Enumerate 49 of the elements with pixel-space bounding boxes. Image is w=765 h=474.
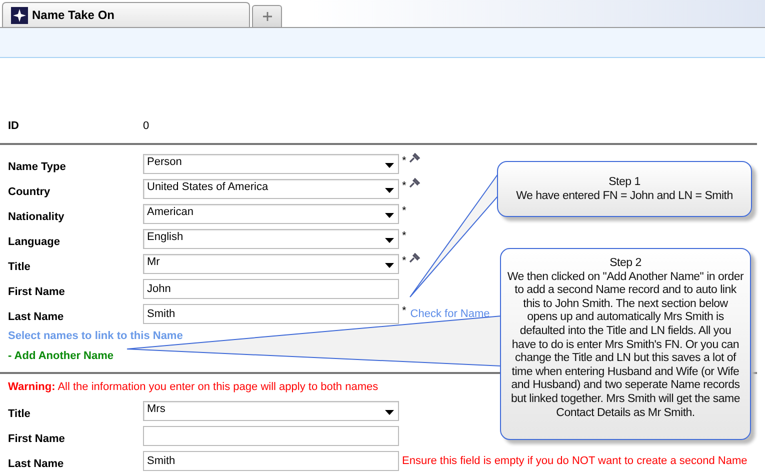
field-label: Title xyxy=(8,406,32,420)
field-note: Ensure this field is empty if you do NOT want to create a second Name xyxy=(402,454,748,466)
callout-title: Step 1 xyxy=(608,176,642,190)
add-another-name-link[interactable]: - Add Another Name xyxy=(8,346,114,366)
pushpin-icon[interactable] xyxy=(409,178,420,188)
field-label: Nationality xyxy=(8,210,66,222)
dropdown-field[interactable]: English xyxy=(143,228,399,248)
callout-text: We then clicked on "Add Another Name" in order to add a second Name record and to auto link this to John Smith. The next section below opens up and automatically Mrs Smith is defaulted into the Title and LN fields. All you have to do is enter Mrs Smith's FN. Or you can change the Title and LN but this saves a lot of time when entering Husband and Wife (or Wife and Husband) and two seperate Name records but linked together. Mrs Smith will get the same Contact Details as Mr Smith. xyxy=(507,270,744,420)
field-label: ID xyxy=(8,120,20,132)
required-mark: * xyxy=(402,230,406,242)
required-mark: * xyxy=(402,205,406,217)
field-label: Last Name xyxy=(8,456,65,470)
input-field[interactable]: John xyxy=(143,278,399,298)
link-names-heading: Select names to link to this Name xyxy=(8,329,183,344)
dropdown-caret-icon xyxy=(385,162,394,168)
field-label: Name Type xyxy=(8,160,67,172)
dropdown-caret-icon xyxy=(385,188,394,192)
pushpin-icon[interactable] xyxy=(409,153,420,163)
id-value: 0 xyxy=(143,120,150,132)
callout-title: Step 2 xyxy=(608,257,642,271)
field-label: Last Name xyxy=(8,310,65,322)
dropdown-caret-icon xyxy=(385,262,394,268)
tab[interactable]: Name Take On xyxy=(2,2,250,27)
new-tab-button[interactable] xyxy=(252,5,282,27)
dropdown-field[interactable]: United States of America xyxy=(143,178,399,198)
required-mark: * xyxy=(402,255,406,267)
field-label: First Name xyxy=(8,432,66,444)
required-mark: * xyxy=(402,180,406,192)
required-mark: * xyxy=(402,305,406,317)
plus-icon xyxy=(262,12,272,21)
field-label: Country xyxy=(8,184,52,198)
dropdown-caret-icon xyxy=(385,212,394,218)
input-field[interactable] xyxy=(143,426,399,446)
required-mark: * xyxy=(402,155,406,167)
field-label: Title xyxy=(8,260,32,272)
dropdown-field[interactable]: Mr xyxy=(143,254,399,274)
input-field[interactable]: Smith xyxy=(143,450,399,470)
dropdown-caret-icon xyxy=(385,410,394,414)
warning-text: Warning: All the information you enter on this page will apply to both names xyxy=(8,380,378,395)
dropdown-field[interactable]: Person xyxy=(143,154,399,174)
dropdown-field[interactable]: American xyxy=(143,204,399,224)
pushpin-icon[interactable] xyxy=(409,253,420,263)
dropdown-caret-icon xyxy=(385,238,394,242)
field-label: First Name xyxy=(8,284,66,298)
input-field[interactable]: Smith xyxy=(143,304,399,324)
field-label: Language xyxy=(8,234,61,248)
app-logo-icon xyxy=(11,6,28,24)
dropdown-field[interactable]: Mrs xyxy=(143,400,399,420)
callout-text: We have entered FN = John and LN = Smith xyxy=(515,190,734,204)
